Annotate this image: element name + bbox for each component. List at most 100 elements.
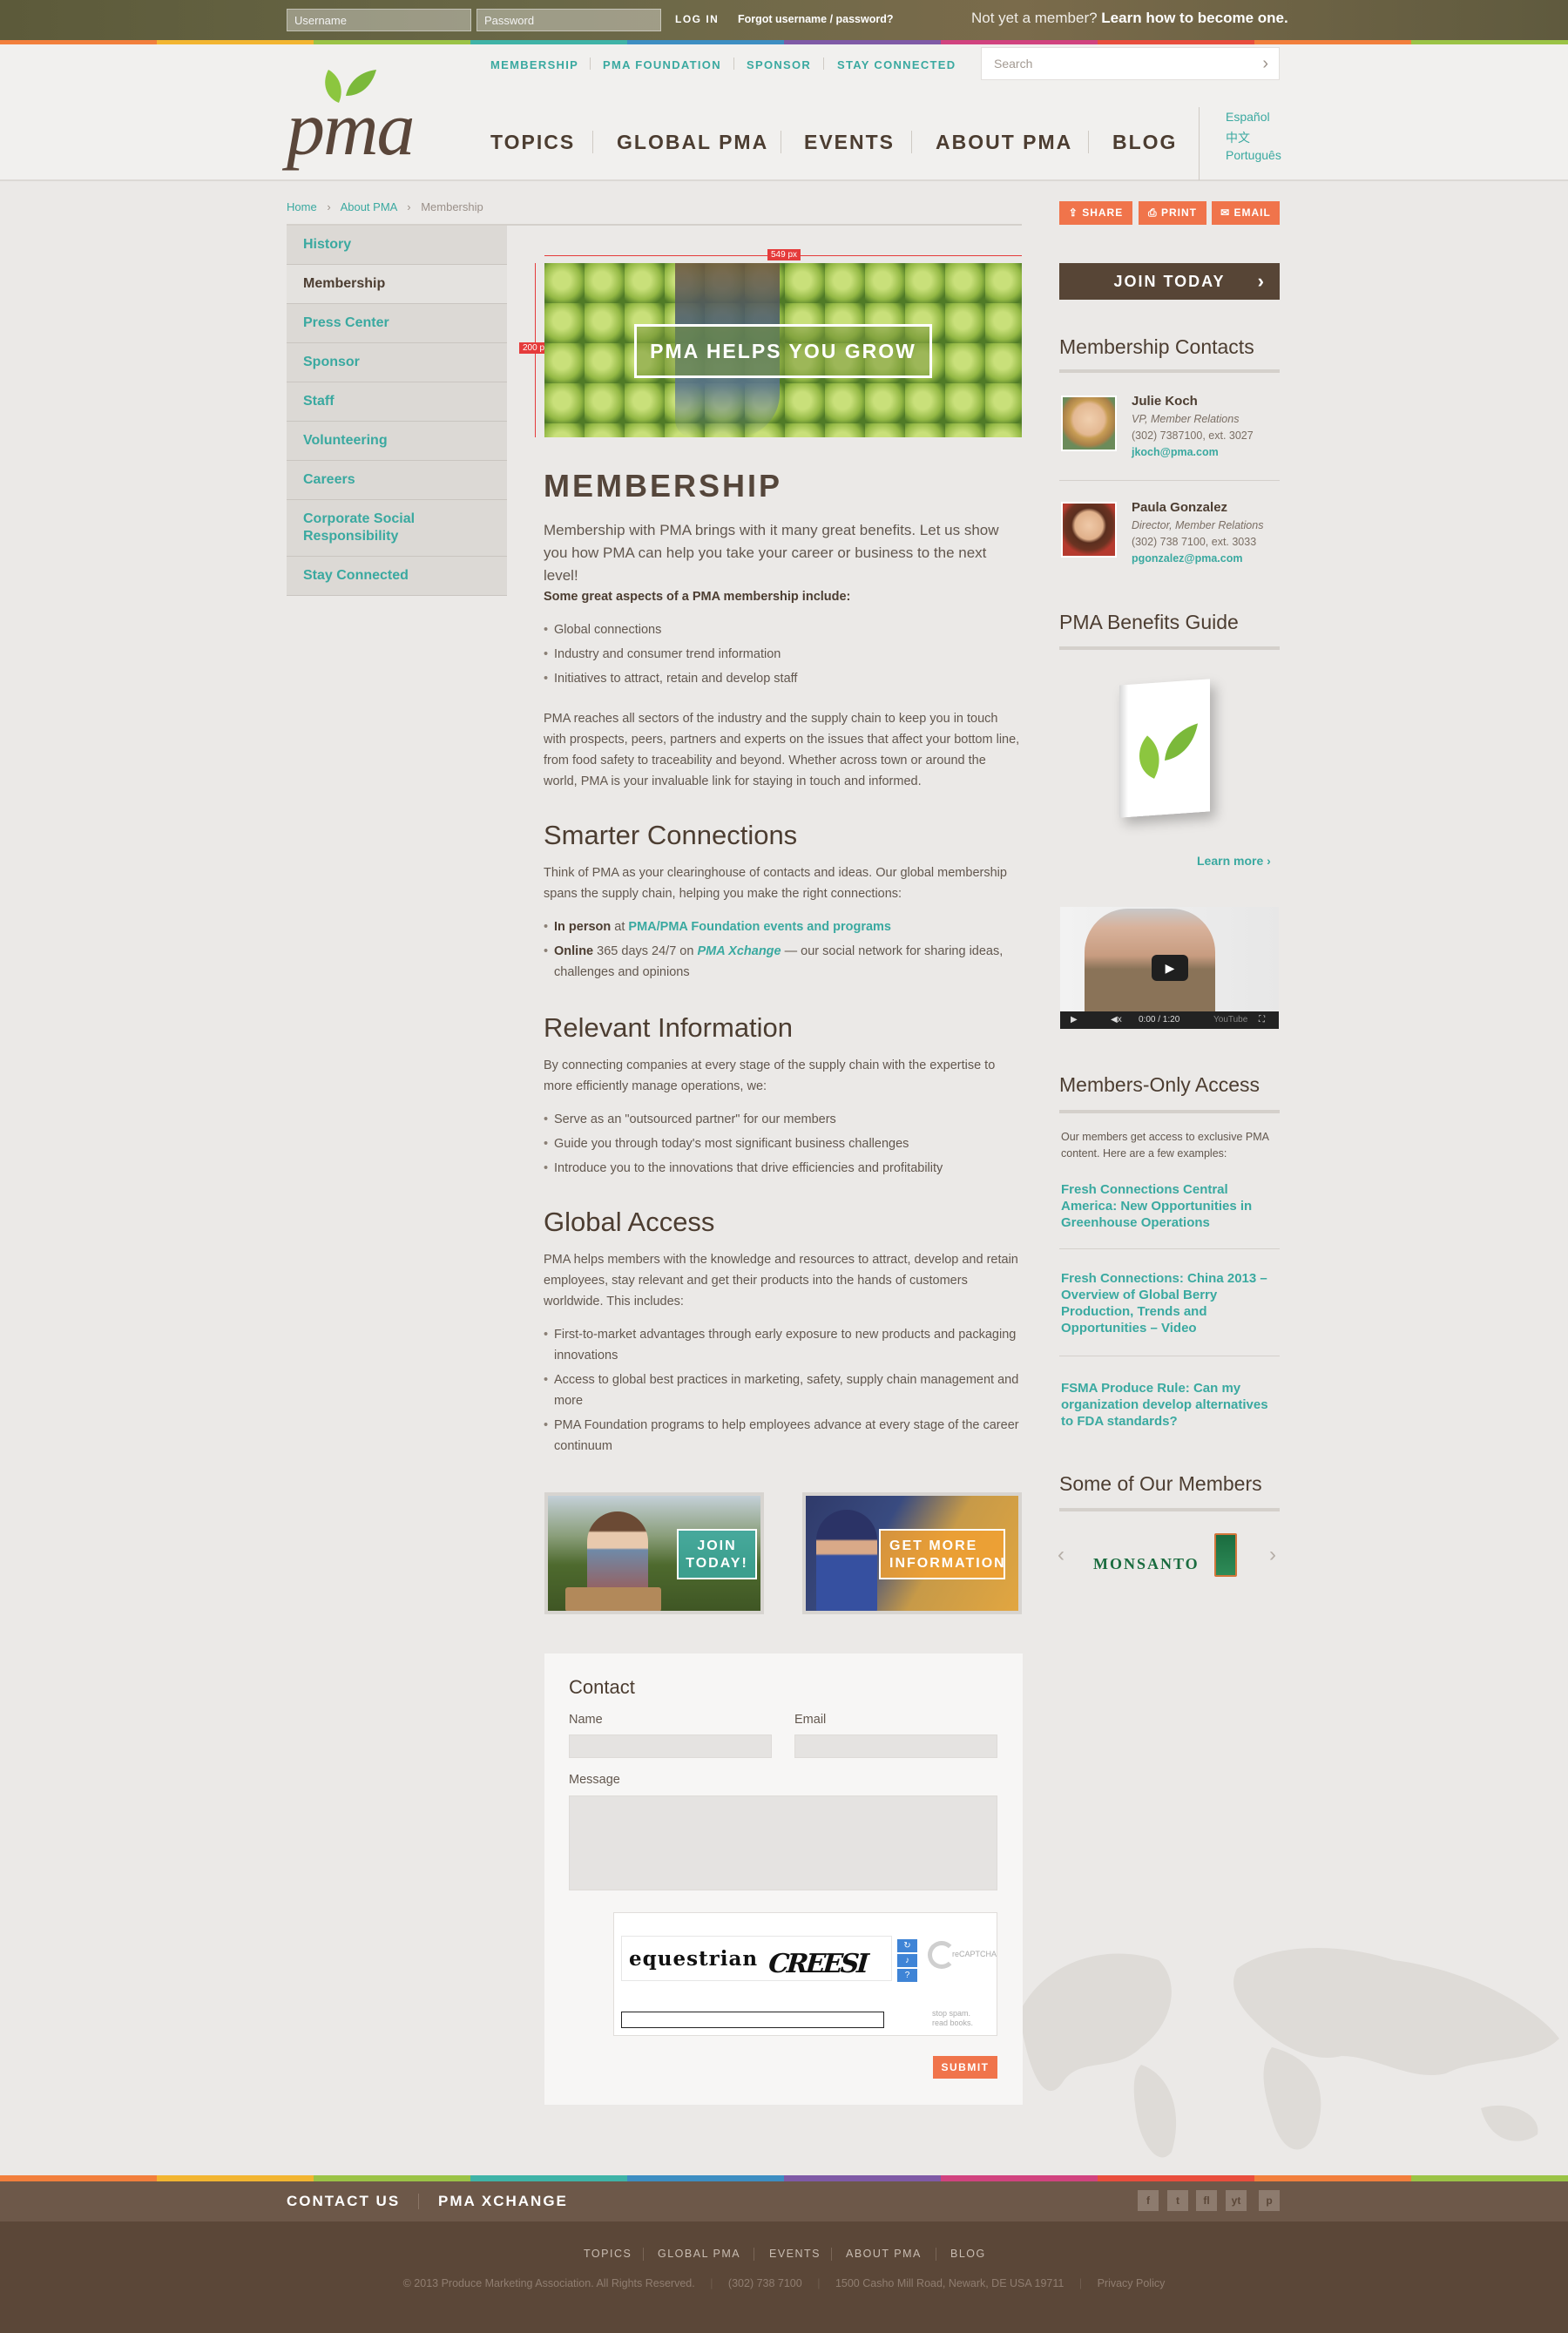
nav-topics[interactable]: TOPICS bbox=[490, 131, 575, 154]
play-control-icon[interactable]: ▶ bbox=[1071, 1011, 1078, 1029]
events-programs-link[interactable]: PMA/PMA Foundation events and programs bbox=[628, 920, 891, 934]
sidenav-stay-connected[interactable]: Stay Connected bbox=[287, 557, 507, 596]
captcha-box: equestrian CREESI ↻ ♪ ? reCAPTCHA stop s… bbox=[613, 1912, 997, 2036]
help-captcha-icon[interactable]: ? bbox=[897, 1969, 917, 1982]
util-membership[interactable]: MEMBERSHIP bbox=[490, 58, 578, 71]
sidenav-press-center[interactable]: Press Center bbox=[287, 304, 507, 343]
share-icon: ⇪ bbox=[1068, 206, 1083, 219]
page-title: MEMBERSHIP bbox=[544, 468, 783, 504]
flickr-icon[interactable]: fl bbox=[1196, 2190, 1217, 2211]
message-label: Message bbox=[569, 1773, 620, 1787]
logo[interactable]: pma bbox=[287, 61, 426, 170]
get-info-promo[interactable]: GET MORE INFORMATION bbox=[802, 1492, 1022, 1614]
list-item: Introduce you to the innovations that dr… bbox=[544, 1158, 1021, 1179]
sidenav-membership[interactable]: Membership bbox=[287, 265, 507, 304]
privacy-policy-link[interactable]: Privacy Policy bbox=[1098, 2277, 1166, 2289]
search-input[interactable]: Search › bbox=[981, 47, 1280, 80]
video-player[interactable]: ▶ ▶ ◀x 0:00 / 1:20 YouTube ⛶ bbox=[1060, 907, 1279, 1029]
smarter-connections-text: Think of PMA as your clearinghouse of co… bbox=[544, 866, 1007, 901]
breadcrumb-home[interactable]: Home bbox=[287, 200, 317, 213]
print-button[interactable]: ⎙ PRINT bbox=[1139, 201, 1206, 225]
join-today-promo[interactable]: JOIN TODAY! bbox=[544, 1492, 764, 1614]
name-input[interactable] bbox=[569, 1735, 772, 1758]
email-button[interactable]: ✉ EMAIL bbox=[1212, 201, 1280, 225]
name-label: Name bbox=[569, 1713, 603, 1727]
bullet-strong: In person bbox=[554, 920, 612, 934]
nav-about-pma[interactable]: ABOUT PMA bbox=[936, 131, 1072, 154]
breadcrumb-about[interactable]: About PMA bbox=[341, 200, 397, 213]
facebook-icon[interactable]: f bbox=[1138, 2190, 1159, 2211]
sidenav-csr[interactable]: Corporate Social Responsibility bbox=[287, 500, 507, 557]
audio-captcha-icon[interactable]: ♪ bbox=[897, 1954, 917, 1967]
footer-nav-topics[interactable]: TOPICS bbox=[584, 2248, 632, 2260]
twitter-icon[interactable]: t bbox=[1167, 2190, 1188, 2211]
contact-name: Paula Gonzalez bbox=[1132, 500, 1228, 515]
footer-nav-blog[interactable]: BLOG bbox=[950, 2248, 986, 2260]
reload-captcha-icon[interactable]: ↻ bbox=[897, 1939, 917, 1952]
contact-phone: (302) 738 7100, ext. 3033 bbox=[1132, 536, 1257, 548]
username-input[interactable]: Username bbox=[287, 9, 471, 31]
contact-phone: (302) 7387100, ext. 3027 bbox=[1132, 429, 1254, 442]
nav-global-pma[interactable]: GLOBAL PMA bbox=[617, 131, 768, 154]
become-member-link[interactable]: Learn how to become one. bbox=[1101, 10, 1288, 26]
play-icon[interactable]: ▶ bbox=[1152, 955, 1188, 981]
submit-button[interactable]: SUBMIT bbox=[933, 2056, 997, 2079]
util-stay-connected[interactable]: STAY CONNECTED bbox=[837, 58, 956, 71]
footer-nav-global-pma[interactable]: GLOBAL PMA bbox=[658, 2248, 740, 2260]
promo-photo-crate bbox=[565, 1587, 661, 1611]
sidenav-careers[interactable]: Careers bbox=[287, 461, 507, 500]
benefits-guide-book[interactable] bbox=[1119, 679, 1210, 818]
divider bbox=[1059, 1248, 1280, 1249]
pma-xchange-link[interactable]: PMA Xchange bbox=[697, 944, 781, 958]
password-input[interactable]: Password bbox=[476, 9, 661, 31]
contact-email-link[interactable]: jkoch@pma.com bbox=[1132, 444, 1219, 461]
hero-banner[interactable]: PMA HELPS YOU GROW bbox=[544, 263, 1022, 437]
pinterest-icon[interactable]: p bbox=[1259, 2190, 1280, 2211]
reach-paragraph: PMA reaches all sectors of the industry … bbox=[544, 712, 1020, 788]
util-pma-foundation[interactable]: PMA FOUNDATION bbox=[603, 58, 721, 71]
sidenav-staff[interactable]: Staff bbox=[287, 382, 507, 422]
chevron-right-icon[interactable]: › bbox=[1262, 54, 1268, 74]
lang-espanol[interactable]: Español bbox=[1226, 110, 1270, 124]
members-only-link[interactable]: Fresh Connections Central America: New O… bbox=[1061, 1181, 1279, 1231]
footer-contact-us[interactable]: CONTACT US bbox=[287, 2193, 400, 2210]
share-button[interactable]: ⇪ SHARE bbox=[1059, 201, 1132, 225]
nav-events[interactable]: EVENTS bbox=[804, 131, 895, 154]
captcha-response-input[interactable] bbox=[621, 2012, 884, 2028]
email-label: EMAIL bbox=[1233, 206, 1271, 219]
carousel-prev-icon[interactable]: ‹ bbox=[1058, 1543, 1064, 1567]
youtube-logo[interactable]: YouTube bbox=[1213, 1011, 1247, 1029]
footer-pma-xchange[interactable]: PMA XCHANGE bbox=[438, 2193, 568, 2210]
recaptcha-tagline-2: read books. bbox=[932, 2019, 974, 2027]
youtube-icon[interactable]: yt bbox=[1226, 2190, 1247, 2211]
carousel-next-icon[interactable]: › bbox=[1269, 1543, 1276, 1567]
learn-more-link[interactable]: Learn more › bbox=[1197, 854, 1271, 868]
message-textarea[interactable] bbox=[569, 1795, 997, 1890]
side-nav: History Membership Press Center Sponsor … bbox=[287, 226, 507, 596]
contact-email-link[interactable]: pgonzalez@pma.com bbox=[1132, 551, 1242, 567]
footer-nav-about-pma[interactable]: ABOUT PMA bbox=[846, 2248, 922, 2260]
sidenav-history[interactable]: History bbox=[287, 226, 507, 265]
lang-portugues[interactable]: Português bbox=[1226, 148, 1281, 162]
members-only-link[interactable]: Fresh Connections: China 2013 – Overview… bbox=[1061, 1270, 1279, 1336]
list-item: Serve as an "outsourced partner" for our… bbox=[544, 1109, 1021, 1130]
sidenav-volunteering[interactable]: Volunteering bbox=[287, 422, 507, 461]
forgot-link[interactable]: Forgot username / password? bbox=[738, 13, 894, 25]
benefits-guide-heading: PMA Benefits Guide bbox=[1059, 611, 1239, 633]
volume-icon[interactable]: ◀x bbox=[1111, 1011, 1122, 1029]
join-today-button[interactable]: JOIN TODAY › bbox=[1059, 263, 1280, 300]
footer-nav-events[interactable]: EVENTS bbox=[769, 2248, 821, 2260]
email-input[interactable] bbox=[794, 1735, 997, 1758]
fullscreen-icon[interactable]: ⛶ bbox=[1259, 1011, 1265, 1029]
login-button[interactable]: LOG IN bbox=[675, 13, 719, 25]
member-logo: MONSANTO bbox=[1093, 1532, 1241, 1580]
nav-blog[interactable]: BLOG bbox=[1112, 131, 1177, 154]
world-map-graphic bbox=[1019, 1948, 1559, 2158]
members-only-link[interactable]: FSMA Produce Rule: Can my organization d… bbox=[1061, 1380, 1279, 1430]
footer-rainbow bbox=[0, 2175, 1568, 2181]
some-members-heading: Some of Our Members bbox=[1059, 1472, 1262, 1495]
footer-meta: © 2013 Produce Marketing Association. Al… bbox=[0, 2277, 1568, 2289]
util-sponsor[interactable]: SPONSOR bbox=[747, 58, 811, 71]
sidenav-sponsor[interactable]: Sponsor bbox=[287, 343, 507, 382]
lang-chinese[interactable]: 中文 bbox=[1226, 129, 1250, 146]
